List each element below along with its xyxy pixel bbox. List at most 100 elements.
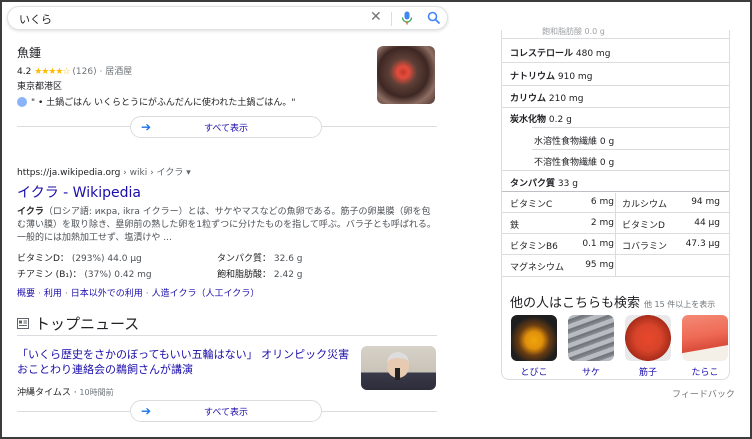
- vitamin-value: 6 mg: [590, 197, 614, 207]
- nutrient-value: 0 g: [599, 137, 615, 147]
- sitelink[interactable]: 利用: [44, 289, 62, 299]
- fact-key: ビタミンD：: [17, 254, 69, 264]
- related-image-sujiko[interactable]: [625, 315, 671, 361]
- divider: [17, 411, 130, 412]
- related-image-salmon[interactable]: [568, 315, 614, 361]
- top-news-title: トップニュース: [35, 315, 140, 333]
- show-all-button[interactable]: ➔ すべて表示: [130, 116, 322, 138]
- related-label[interactable]: とびこ: [511, 365, 557, 378]
- fact-item: チアミン (B₁)： (37%) 0.42 mg: [17, 267, 217, 280]
- vitamin-value: 0.1 mg: [582, 239, 614, 249]
- nutrient-name: 不溶性食物繊維: [534, 158, 598, 168]
- review-count: (126): [72, 67, 97, 77]
- nutrient-name: タンパク質: [510, 179, 556, 189]
- sitelink[interactable]: 日本以外での利用: [71, 289, 143, 299]
- related-label[interactable]: たらこ: [682, 365, 728, 378]
- fact-value: 32.6 g: [273, 254, 303, 264]
- related-image-tarako[interactable]: [682, 315, 728, 361]
- vitamin-name: コバラミン: [622, 242, 668, 252]
- place-area: 東京都港区: [17, 82, 63, 92]
- result-title-link[interactable]: イクラ - Wikipedia: [17, 182, 437, 202]
- rating-row: 4.2 ★★★★☆ (126) · 居酒屋: [17, 64, 437, 77]
- breadcrumb-domain: https://ja.wikipedia.org: [17, 168, 121, 178]
- vitamin-value: 44 μg: [694, 218, 720, 228]
- nutrition-row: 不溶性食物繊維 0 g: [534, 155, 614, 168]
- related-image-tobiko[interactable]: [511, 315, 557, 361]
- rating-separator: ·: [96, 67, 106, 77]
- news-source: 沖縄タイムス: [17, 388, 71, 398]
- nutrition-row: タンパク質 33 g: [510, 176, 578, 189]
- nutrient-name: コレステロール: [510, 49, 574, 59]
- vitamin-value: 94 mg: [691, 197, 720, 207]
- review-snippet: " • 土鍋ごはん いくらとうにがふんだんに使われた土鍋ごはん。": [17, 95, 437, 108]
- nutrient-value: 210 mg: [548, 94, 584, 104]
- result-snippet: イクラ（ロシア語: икра, ikra イクラー）とは、サケやマスなどの魚卵で…: [17, 206, 437, 245]
- nutrient-name: カリウム: [510, 94, 547, 104]
- divider: [322, 126, 437, 127]
- people-also-search: 他の人はこちらも検索他 15 件以上を表示: [510, 292, 715, 311]
- nutrition-row: 水溶性食物繊維 0 g: [534, 134, 614, 147]
- nutrition-row: コレステロール 480 mg: [510, 46, 610, 59]
- nutrition-row: 炭水化物 0.2 g: [510, 112, 572, 125]
- nutrient-name: 炭水化物: [510, 115, 547, 125]
- local-result[interactable]: 魚鍾 4.2 ★★★★☆ (126) · 居酒屋 東京都港区 " • 土鍋ごはん…: [17, 44, 437, 108]
- place-category: 居酒屋: [105, 67, 133, 77]
- divider: [322, 411, 437, 412]
- fact-value: (293%) 44.0 μg: [71, 254, 142, 264]
- people-also-search-title: 他の人はこちらも検索: [510, 296, 641, 311]
- nutrient-value: 910 mg: [557, 72, 593, 82]
- divider: [17, 126, 130, 127]
- browser-frame: いくら ✕ 魚鍾 4.2 ★★★★☆ (126) · 居酒屋 東京都港区 " •…: [0, 0, 752, 439]
- search-input[interactable]: いくら: [19, 11, 52, 27]
- star-icons: ★★★★☆: [34, 67, 70, 77]
- sitelinks: 概要 · 利用 · 日本以外での利用 · 人造イクラ（人工イクラ）: [17, 289, 260, 299]
- vitamin-value: 2 mg: [590, 218, 614, 228]
- news-icon: [17, 318, 29, 329]
- fact-item: ビタミンD： (293%) 44.0 μg: [17, 251, 217, 264]
- show-more-link[interactable]: 他 15 件以上を表示: [644, 300, 715, 309]
- sitelink[interactable]: 人造イクラ（人工イクラ）: [152, 289, 260, 299]
- show-all-label: すべて表示: [203, 123, 248, 134]
- news-title-link[interactable]: 「いくら歴史をさかのぼってもいい五輪はない」 オリンピック災害おことわり連絡会の…: [17, 347, 357, 377]
- search-box[interactable]: いくら ✕: [7, 6, 448, 30]
- news-thumbnail[interactable]: [361, 346, 436, 390]
- breadcrumb: https://ja.wikipedia.org › wiki › イクラ ▾: [17, 165, 437, 178]
- mic-icon[interactable]: [401, 11, 413, 25]
- nutrition-row: カリウム 210 mg: [510, 91, 583, 104]
- breadcrumb-path[interactable]: › wiki › イクラ ▾: [120, 168, 191, 178]
- nutrient-name: ナトリウム: [510, 72, 556, 82]
- reviewer-avatar-icon: [17, 96, 27, 107]
- vitamin-name: ビタミンB6: [510, 242, 558, 252]
- related-label[interactable]: サケ: [568, 365, 614, 378]
- fact-key: 飽和脂肪酸：: [217, 270, 272, 280]
- rating-value: 4.2: [17, 67, 32, 77]
- fact-value: 2.42 g: [273, 270, 303, 280]
- fact-grid: ビタミンD： (293%) 44.0 μg タンパク質： 32.6 g チアミン…: [17, 251, 437, 280]
- vitamin-name: マグネシウム: [510, 263, 565, 273]
- show-all-label: すべて表示: [203, 407, 248, 418]
- vitamin-value: 95 mg: [585, 260, 614, 270]
- microphone-icon: [395, 368, 400, 380]
- wikipedia-result: https://ja.wikipedia.org › wiki › イクラ ▾ …: [17, 165, 437, 299]
- clear-icon[interactable]: ✕: [370, 9, 382, 25]
- search-icon[interactable]: [427, 11, 441, 25]
- news-source-row: 沖縄タイムス · 10時間前: [17, 388, 114, 398]
- vitamin-name: 鉄: [510, 221, 520, 231]
- related-label[interactable]: 筋子: [625, 365, 671, 378]
- nutrition-partial-row: 飽和脂肪酸 0.0 g: [542, 27, 605, 36]
- vitamin-name: ビタミンD: [622, 221, 665, 231]
- show-all-news-button[interactable]: ➔ すべて表示: [130, 400, 322, 422]
- nutrient-value: 33 g: [557, 179, 578, 189]
- feedback-link[interactable]: フィードバック: [672, 387, 735, 400]
- top-news-heading: トップニュース: [17, 313, 139, 334]
- review-text: " • 土鍋ごはん いくらとうにがふんだんに使われた土鍋ごはん。": [31, 98, 296, 108]
- news-card[interactable]: 「いくら歴史をさかのぼってもいい五輪はない」 オリンピック災害おことわり連絡会の…: [17, 347, 357, 398]
- place-photo[interactable]: [377, 46, 435, 104]
- nutrition-row: ナトリウム 910 mg: [510, 69, 592, 82]
- snippet-bold: イクラ: [17, 207, 44, 217]
- arrow-right-icon: ➔: [141, 120, 152, 134]
- sitelink[interactable]: 概要: [17, 289, 35, 299]
- place-name[interactable]: 魚鍾: [17, 44, 437, 61]
- fact-item: タンパク質： 32.6 g: [217, 251, 417, 264]
- news-time: 10時間前: [79, 388, 114, 397]
